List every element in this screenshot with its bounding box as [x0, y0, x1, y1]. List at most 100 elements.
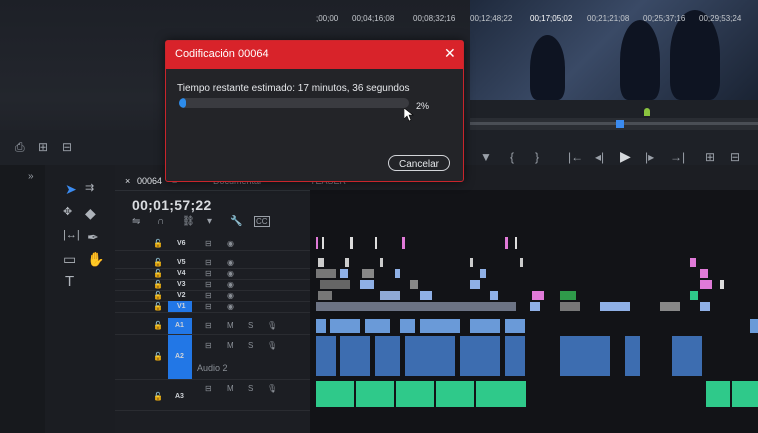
- solo-button[interactable]: S: [248, 384, 253, 393]
- video-clip[interactable]: [410, 280, 418, 289]
- lock-icon[interactable]: 🔓: [153, 352, 163, 361]
- mic-icon[interactable]: 🎙: [267, 341, 277, 350]
- audio-clip[interactable]: [505, 319, 525, 333]
- video-clip[interactable]: [700, 269, 708, 278]
- export-frame-icon[interactable]: ⎙: [15, 140, 25, 155]
- mark-in-bracket-icon[interactable]: {: [510, 150, 514, 164]
- pen-icon[interactable]: ✒: [87, 229, 99, 246]
- mark-in-icon[interactable]: ▼: [480, 150, 492, 164]
- audio-clip[interactable]: [396, 381, 434, 407]
- audio-clip[interactable]: [625, 336, 640, 376]
- insert-source-icon[interactable]: ⊞: [38, 140, 48, 154]
- mark-out-bracket-icon[interactable]: }: [535, 150, 539, 164]
- rectangle-icon[interactable]: ▭: [63, 251, 76, 268]
- overwrite-source-icon[interactable]: ⊟: [62, 140, 72, 154]
- wrench-icon[interactable]: 🔧: [230, 216, 242, 227]
- video-clip[interactable]: [362, 269, 374, 278]
- audio-clip[interactable]: [365, 319, 390, 333]
- sync-lock-icon[interactable]: ⊟: [205, 258, 212, 267]
- play-icon[interactable]: ▶: [620, 148, 631, 165]
- captions-icon[interactable]: CC: [254, 216, 270, 227]
- lock-icon[interactable]: 🔓: [153, 302, 163, 311]
- mute-button[interactable]: M: [227, 384, 234, 393]
- lock-icon[interactable]: 🔓: [153, 239, 163, 248]
- audio-clip[interactable]: [405, 336, 455, 376]
- track-label[interactable]: A3: [175, 393, 184, 400]
- video-clip[interactable]: [690, 258, 696, 267]
- sync-lock-icon[interactable]: ⊟: [205, 280, 212, 289]
- sync-lock-icon[interactable]: ⊟: [205, 341, 212, 350]
- video-clip[interactable]: [360, 280, 374, 289]
- video-clip[interactable]: [560, 302, 580, 311]
- track-label[interactable]: A1: [175, 322, 184, 329]
- video-clip[interactable]: [660, 302, 680, 311]
- audio-clip[interactable]: [316, 381, 354, 407]
- audio-clip[interactable]: [460, 336, 500, 376]
- linked-selection-icon[interactable]: ⛓: [182, 216, 195, 227]
- mic-icon[interactable]: 🎙: [267, 384, 277, 393]
- video-clip[interactable]: [350, 237, 353, 249]
- lock-icon[interactable]: 🔓: [153, 269, 163, 278]
- video-clip[interactable]: [700, 280, 712, 289]
- sync-lock-icon[interactable]: ⊟: [205, 291, 212, 300]
- timeline-timecode[interactable]: 00;01;57;22: [132, 197, 212, 213]
- video-clip[interactable]: [560, 291, 576, 300]
- audio-clip[interactable]: [330, 319, 360, 333]
- audio-clip[interactable]: [356, 381, 394, 407]
- go-to-out-icon[interactable]: →|: [670, 150, 685, 164]
- lock-icon[interactable]: 🔓: [153, 280, 163, 289]
- video-clip[interactable]: [316, 269, 336, 278]
- go-to-in-icon[interactable]: |←: [568, 150, 583, 164]
- audio-clip[interactable]: [470, 319, 500, 333]
- audio-clip[interactable]: [400, 319, 415, 333]
- mute-button[interactable]: M: [227, 341, 234, 350]
- sync-lock-icon[interactable]: ⊟: [205, 302, 212, 311]
- track-label[interactable]: A2: [175, 353, 184, 360]
- nest-icon[interactable]: ⇋: [132, 216, 140, 227]
- program-monitor-scrubber[interactable]: [470, 108, 758, 130]
- audio-clip[interactable]: [750, 319, 758, 333]
- audio-clip[interactable]: [732, 381, 758, 407]
- track-label[interactable]: V2: [177, 292, 186, 299]
- track-label[interactable]: V1: [177, 303, 186, 310]
- video-clip[interactable]: [318, 291, 332, 300]
- lock-icon[interactable]: 🔓: [153, 258, 163, 267]
- video-clip[interactable]: [340, 269, 348, 278]
- lock-icon[interactable]: 🔓: [153, 392, 163, 401]
- video-clip[interactable]: [470, 280, 480, 289]
- eye-icon[interactable]: ◉: [227, 280, 234, 289]
- tab-active-sequence[interactable]: 00064: [137, 176, 162, 186]
- audio-clip[interactable]: [505, 336, 525, 376]
- video-clip[interactable]: [600, 302, 630, 311]
- video-clip[interactable]: [320, 280, 350, 289]
- video-clip[interactable]: [720, 280, 724, 289]
- audio-clip[interactable]: [672, 336, 702, 376]
- audio-clip[interactable]: [316, 336, 336, 376]
- solo-button[interactable]: S: [248, 321, 253, 330]
- audio-clip[interactable]: [375, 336, 400, 376]
- overwrite-icon[interactable]: ⊟: [730, 150, 740, 164]
- add-marker-icon[interactable]: ▾: [207, 216, 212, 227]
- audio-clip[interactable]: [420, 319, 460, 333]
- video-clip[interactable]: [402, 237, 405, 249]
- sync-lock-icon[interactable]: ⊟: [205, 384, 212, 393]
- track-label[interactable]: V3: [177, 281, 186, 288]
- close-icon[interactable]: ✕: [444, 45, 456, 62]
- slip-icon[interactable]: |↔|: [63, 229, 80, 241]
- insert-icon[interactable]: ⊞: [705, 150, 715, 164]
- magnet-icon[interactable]: ∩: [157, 216, 164, 227]
- track-label[interactable]: V6: [177, 240, 186, 247]
- hand-icon[interactable]: ✋: [87, 251, 104, 268]
- video-clip[interactable]: [420, 291, 432, 300]
- video-clip[interactable]: [316, 237, 318, 249]
- eye-icon[interactable]: ◉: [227, 291, 234, 300]
- video-clip[interactable]: [318, 258, 324, 267]
- playhead-marker[interactable]: [616, 120, 624, 128]
- video-clip[interactable]: [345, 258, 349, 267]
- ripple-icon[interactable]: ✥: [63, 205, 72, 218]
- video-clip[interactable]: [505, 237, 508, 249]
- sync-lock-icon[interactable]: ⊟: [205, 239, 212, 248]
- video-clip[interactable]: [322, 237, 324, 249]
- video-clip[interactable]: [316, 302, 516, 311]
- audio-clip[interactable]: [476, 381, 526, 407]
